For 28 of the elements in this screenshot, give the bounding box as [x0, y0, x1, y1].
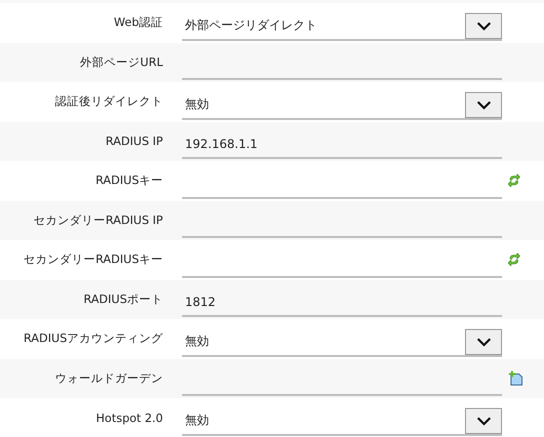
select-field[interactable]: 無効 — [182, 92, 502, 120]
field-label: Web認証 — [114, 15, 163, 30]
select-field[interactable]: 無効 — [182, 328, 502, 357]
chevron-down-icon — [476, 416, 492, 426]
dropdown-button[interactable] — [465, 408, 502, 434]
refresh-icon[interactable] — [508, 253, 520, 266]
add-icon[interactable] — [508, 370, 523, 386]
chevron-down-icon — [476, 336, 492, 347]
refresh-icon[interactable] — [508, 174, 520, 188]
field-label: RADIUS IP — [106, 134, 163, 148]
field-label: 外部ページURL — [80, 54, 163, 70]
dropdown-button[interactable] — [465, 12, 502, 39]
field-label: Hotspot 2.0 — [96, 410, 163, 425]
field-label: RADIUSポート — [84, 292, 163, 307]
field-label: RADIUSアカウンティング — [24, 331, 163, 346]
chevron-down-icon — [476, 100, 492, 110]
field-label: セカンダリーRADIUS IP — [34, 212, 163, 228]
select-field[interactable]: 外部ページリダイレクト — [182, 12, 502, 41]
dropdown-button[interactable] — [465, 328, 502, 355]
select-field[interactable]: 無効 — [182, 408, 502, 436]
field-label: 認証後リダイレクト — [55, 94, 163, 110]
dropdown-button[interactable] — [465, 92, 502, 118]
input-field[interactable]: 192.168.1.1 — [182, 131, 502, 160]
field-label: RADIUSキー — [96, 173, 163, 188]
input-field[interactable]: 1812 — [182, 289, 502, 318]
chevron-down-icon — [476, 20, 492, 31]
field-label: セカンダリーRADIUSキー — [24, 252, 163, 268]
field-label: ウォールドガーデン — [55, 370, 163, 386]
